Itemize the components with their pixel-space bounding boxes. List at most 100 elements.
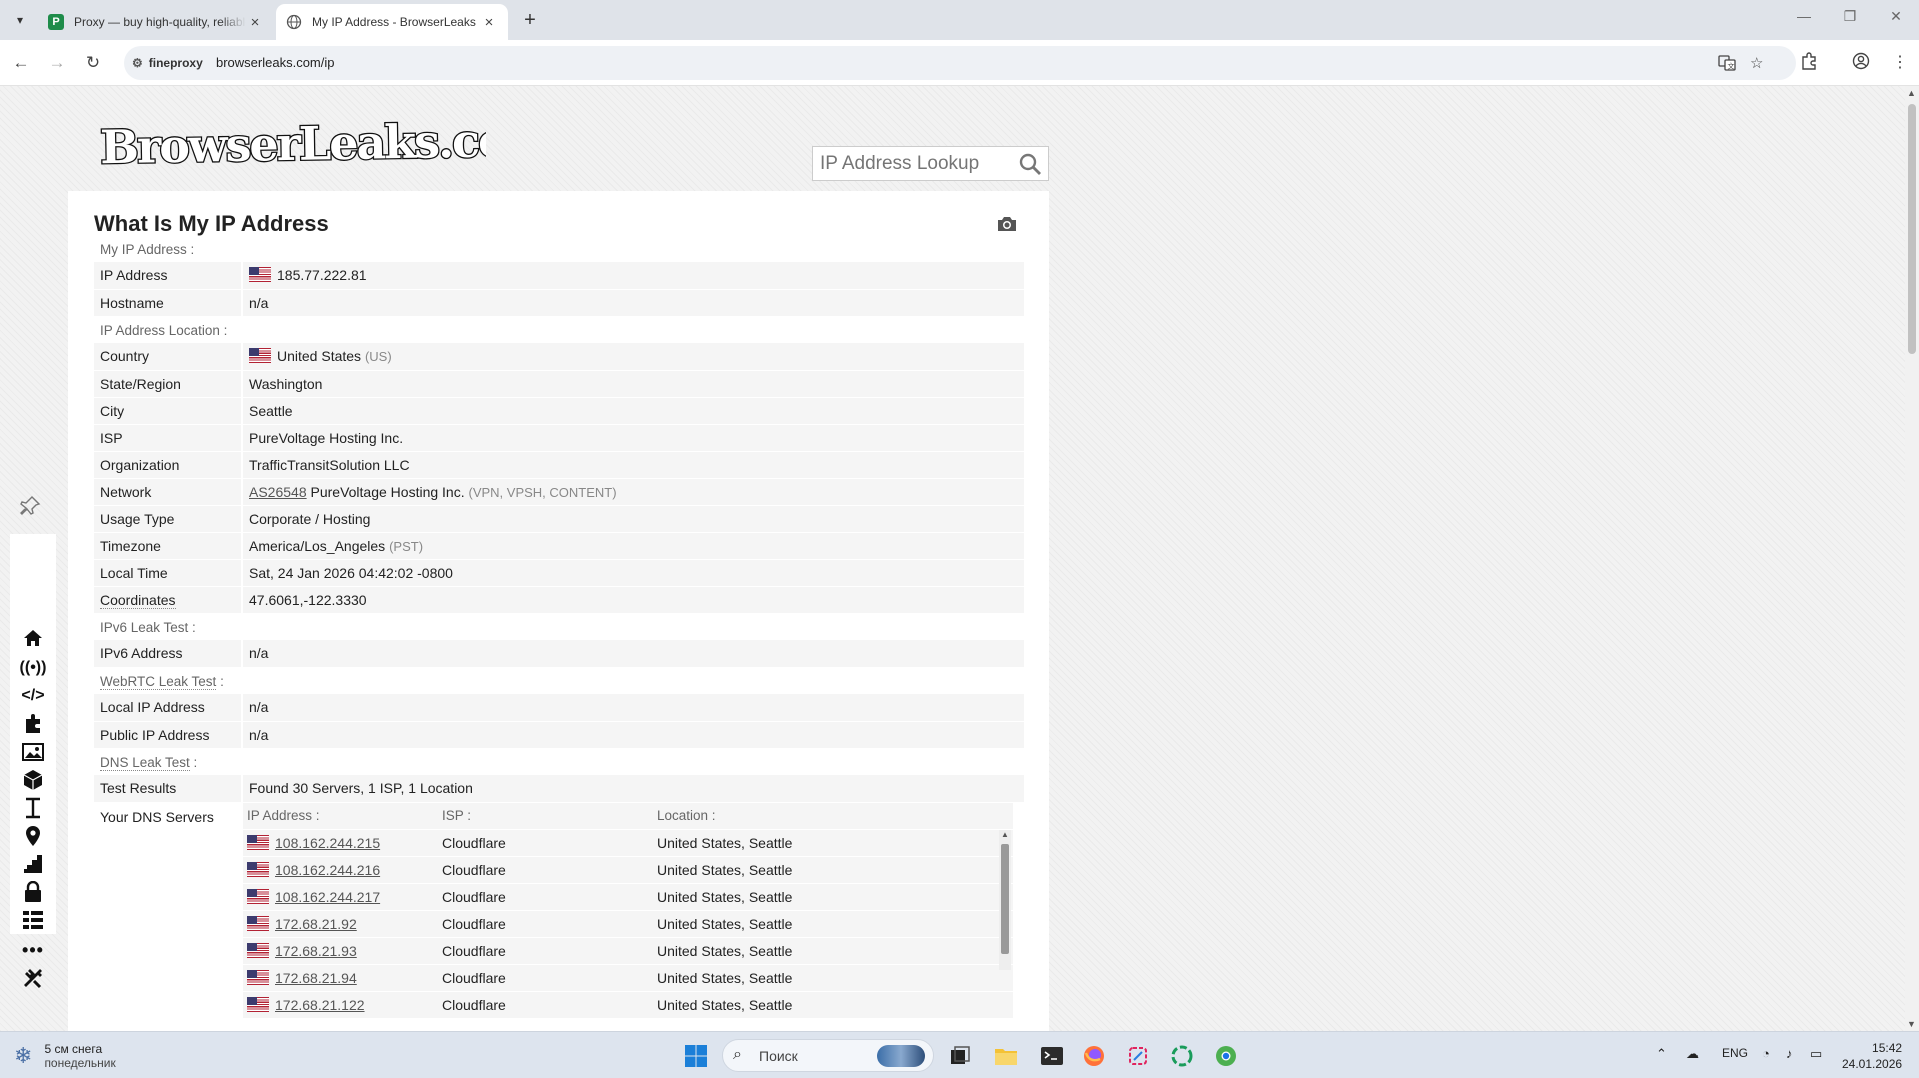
volume-icon[interactable]: ♪: [1786, 1046, 1793, 1061]
minimize-icon[interactable]: —: [1784, 8, 1824, 24]
new-tab-button[interactable]: +: [518, 9, 542, 33]
onedrive-icon[interactable]: ☁: [1686, 1046, 1699, 1062]
bookmark-star-icon[interactable]: ☆: [1750, 54, 1763, 72]
dns-col-location: Location :: [653, 802, 1013, 830]
dns-ip-link[interactable]: 172.68.21.94: [275, 970, 357, 986]
extensions-puzzle-icon[interactable]: [1800, 52, 1818, 75]
dns-scrollbar[interactable]: ▲: [999, 829, 1011, 970]
dns-servers-table: IP Address : ISP : Location : 108.162.24…: [243, 802, 1013, 1019]
browser-menu-icon[interactable]: ⋮: [1892, 52, 1908, 72]
row-key: Usage Type: [94, 505, 243, 533]
scroll-down-arrow-icon[interactable]: ▼: [1907, 1019, 1916, 1029]
row-key: Timezone: [94, 532, 243, 560]
ip-lookup-input[interactable]: [813, 147, 1013, 180]
tab-fineproxy[interactable]: P Proxy — buy high-quality, reliable pro…: [38, 4, 274, 40]
dns-isp: Cloudflare: [438, 991, 653, 1019]
stairs-icon[interactable]: [10, 850, 56, 878]
back-arrow-icon[interactable]: ←: [10, 52, 32, 74]
system-clock[interactable]: 15:42 24.01.2026: [1842, 1040, 1902, 1072]
address-bar[interactable]: ⚙ fineproxy browserleaks.com/ip 文 ☆: [124, 46, 1796, 80]
cube-icon[interactable]: [10, 766, 56, 794]
terminal-icon[interactable]: [1036, 1040, 1068, 1072]
asn-link[interactable]: AS26548: [249, 484, 307, 500]
scroll-up-arrow-icon[interactable]: ▲: [1907, 88, 1916, 98]
home-icon[interactable]: [10, 624, 56, 652]
translate-icon[interactable]: 文: [1718, 54, 1736, 76]
us-flag-icon: [247, 970, 269, 985]
dns-ip-link[interactable]: 108.162.244.216: [275, 862, 380, 878]
page-scroll-thumb[interactable]: [1908, 104, 1916, 354]
forward-arrow-icon[interactable]: →: [46, 52, 68, 74]
dns-ip-link[interactable]: 108.162.244.215: [275, 835, 380, 851]
close-window-icon[interactable]: ✕: [1876, 8, 1916, 25]
firefox-icon[interactable]: [1078, 1040, 1110, 1072]
fineproxy-favicon-icon: P: [48, 14, 64, 30]
dns-isp: Cloudflare: [438, 856, 653, 884]
dns-leak-test-link[interactable]: DNS Leak Test: [100, 755, 190, 772]
taskbar-search[interactable]: ⌕ Поиск: [722, 1039, 934, 1072]
dns-scroll-thumb[interactable]: [1001, 843, 1009, 954]
state-value: Washington: [242, 370, 1024, 398]
language-indicator[interactable]: ENG: [1722, 1046, 1748, 1060]
site-info-chip[interactable]: ⚙ fineproxy: [132, 52, 203, 74]
puzzle-icon[interactable]: [10, 710, 56, 738]
row-key[interactable]: Coordinates: [94, 586, 243, 614]
more-icon[interactable]: •••: [10, 936, 56, 964]
table-row: Usage Type Corporate / Hosting: [94, 505, 1024, 533]
table-row: Timezone America/Los_Angeles (PST): [94, 532, 1024, 560]
webrtc-leak-test-link[interactable]: WebRTC Leak Test: [100, 674, 217, 691]
battery-icon[interactable]: ▭: [1810, 1046, 1822, 1062]
close-tab-icon[interactable]: ×: [480, 13, 498, 31]
dns-ip-link[interactable]: 172.68.21.122: [275, 997, 365, 1013]
table-row: Organization TrafficTransitSolution LLC: [94, 451, 1024, 479]
reload-icon[interactable]: ↻: [82, 52, 104, 74]
task-view-icon[interactable]: [944, 1040, 976, 1072]
scroll-up-arrow-icon[interactable]: ▲: [1001, 830, 1009, 839]
browserleaks-logo[interactable]: BrowserLeaks.com: [96, 108, 486, 176]
location-pin-icon[interactable]: [10, 822, 56, 850]
dns-ip-link[interactable]: 108.162.244.217: [275, 889, 380, 905]
city-value: Seattle: [242, 397, 1024, 425]
row-value: AS26548 PureVoltage Hosting Inc. (VPN, V…: [242, 478, 1024, 506]
coordinates-label[interactable]: Coordinates: [100, 591, 176, 609]
hostname-value: n/a: [242, 289, 1024, 317]
chatgpt-icon[interactable]: [1166, 1040, 1198, 1072]
image-icon[interactable]: [10, 738, 56, 766]
tools-icon[interactable]: [10, 964, 56, 992]
page-scrollbar[interactable]: ▲ ▼: [1905, 86, 1919, 1031]
url-text[interactable]: browserleaks.com/ip: [216, 55, 335, 70]
code-icon[interactable]: </>: [10, 682, 56, 710]
table-row: Country United States (US): [94, 343, 1024, 371]
dns-ip-link[interactable]: 172.68.21.93: [275, 943, 357, 959]
weather-widget[interactable]: ❄ 5 см снега понедельник: [14, 1042, 116, 1070]
row-key: IP Address: [94, 262, 243, 290]
file-explorer-icon[interactable]: [990, 1040, 1022, 1072]
chrome-icon[interactable]: [1210, 1040, 1242, 1072]
chevron-up-icon[interactable]: ⌃: [1656, 1046, 1667, 1062]
dns-ip-link[interactable]: 172.68.21.92: [275, 916, 357, 932]
restore-icon[interactable]: ❐: [1830, 8, 1870, 25]
table-row: Hostname n/a: [94, 289, 1024, 317]
tab-browserleaks[interactable]: My IP Address - BrowserLeaks ×: [276, 4, 508, 40]
test-results-value: Found 30 Servers, 1 ISP, 1 Location: [242, 775, 1024, 803]
profile-avatar-icon[interactable]: [1852, 52, 1870, 75]
lock-icon[interactable]: [10, 878, 56, 906]
snipping-tool-icon[interactable]: [1122, 1040, 1154, 1072]
grid-icon[interactable]: [10, 906, 56, 934]
text-cursor-icon[interactable]: [10, 794, 56, 822]
windows-start-icon[interactable]: [680, 1040, 712, 1072]
wifi-icon[interactable]: ◔: [1762, 1046, 1770, 1061]
timezone-abbrev: (PST): [389, 538, 424, 554]
svg-text:BrowserLeaks.com: BrowserLeaks.com: [100, 112, 486, 174]
usage-type-value: Corporate / Hosting: [242, 505, 1024, 533]
pin-sidebar-icon[interactable]: [18, 494, 42, 518]
broadcast-icon[interactable]: ((•)): [10, 654, 56, 682]
tab-search-button[interactable]: ▾: [8, 8, 32, 32]
search-placeholder: Поиск: [759, 1048, 798, 1064]
camera-icon[interactable]: [996, 215, 1018, 233]
us-flag-icon: [249, 267, 271, 283]
windows-taskbar: ❄ 5 см снега понедельник ⌕ Поиск ⌃ ☁ ENG…: [0, 1031, 1919, 1078]
table-row: IP Address 185.77.222.81: [94, 262, 1024, 290]
search-icon[interactable]: [1018, 152, 1042, 176]
close-tab-icon[interactable]: ×: [246, 13, 264, 31]
